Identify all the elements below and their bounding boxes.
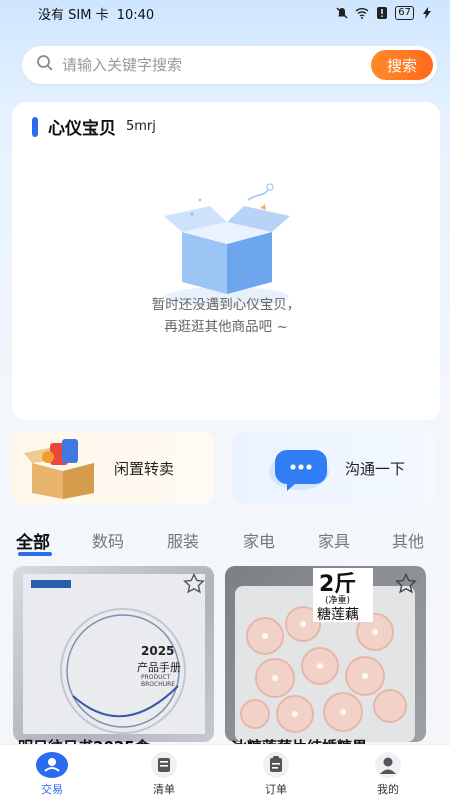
profile-icon <box>372 751 404 779</box>
empty-line-1: 暂时还没遇到心仪宝贝， <box>151 297 301 313</box>
sim-status: 没有 SIM 卡 <box>38 7 109 23</box>
tab-appliances[interactable]: 家电 <box>243 528 275 552</box>
clock: 10:40 <box>116 7 155 23</box>
status-left: 没有 SIM 卡 10:40 <box>38 4 154 23</box>
brochure-year: 2025 <box>141 644 175 658</box>
list-icon <box>148 751 180 779</box>
status-bar: 没有 SIM 卡 10:40 67 <box>0 0 450 26</box>
brochure-title: 产品手册 <box>137 661 181 674</box>
tab-furniture[interactable]: 家具 <box>318 528 350 552</box>
alert-icon <box>375 6 389 20</box>
mute-icon <box>335 6 349 20</box>
favorite-star-icon[interactable] <box>182 572 206 596</box>
search-input[interactable] <box>62 56 371 74</box>
tab-all[interactable]: 全部 <box>16 528 50 553</box>
label-name: 糖莲藕 <box>317 607 359 623</box>
chat-bubble-icon <box>269 450 329 491</box>
nav-orders[interactable]: 订单 <box>246 751 306 797</box>
wifi-icon <box>355 6 369 20</box>
resale-card[interactable]: 闲置转卖 <box>10 432 214 504</box>
title-accent-bar <box>32 116 38 137</box>
orders-icon <box>260 751 292 779</box>
product-card[interactable]: 2斤 (净重) 糖莲藕 <box>225 566 426 742</box>
nav-trade[interactable]: 交易 <box>22 751 82 797</box>
category-tabs: 全部 数码 服装 家电 家具 其他 <box>0 524 450 556</box>
tab-other[interactable]: 其他 <box>392 528 424 552</box>
nav-mine-label: 我的 <box>377 783 399 796</box>
empty-line-2: 再逛逛其他商品吧 ~ <box>164 319 288 335</box>
tab-clothing[interactable]: 服装 <box>167 528 199 552</box>
active-tab-indicator <box>18 552 52 556</box>
search-icon <box>36 54 54 76</box>
favorite-star-icon[interactable] <box>394 572 418 596</box>
empty-box-illustration <box>164 183 290 307</box>
status-icons: 67 <box>335 6 434 20</box>
trade-icon <box>36 751 68 779</box>
chat-label: 沟通一下 <box>345 459 406 478</box>
resale-label: 闲置转卖 <box>114 459 175 478</box>
nav-list[interactable]: 清单 <box>134 751 194 797</box>
search-bar: 搜索 <box>22 46 437 84</box>
nav-orders-label: 订单 <box>265 783 287 796</box>
box-icon <box>24 439 94 499</box>
product-card[interactable]: 2025 产品手册 PRODUCT BROCHURE <box>13 566 214 742</box>
search-button[interactable]: 搜索 <box>371 50 433 80</box>
favorites-code: 5mrj <box>126 119 156 134</box>
nav-mine[interactable]: 我的 <box>358 751 418 797</box>
favorites-title: 心仪宝贝 <box>48 119 116 139</box>
brochure-subtitle: PRODUCT BROCHURE <box>141 674 176 688</box>
favorites-card: 心仪宝贝 5mrj 暂时还没遇到心仪宝贝， 再逛逛其他商品吧 ~ <box>12 102 440 420</box>
tab-digital[interactable]: 数码 <box>92 528 124 552</box>
favorites-header: 心仪宝贝 5mrj <box>32 114 156 139</box>
nav-list-label: 清单 <box>153 783 175 796</box>
bottom-nav: 交易 清单 订单 我的 <box>0 744 450 800</box>
chat-card[interactable]: 沟通一下 <box>233 432 437 504</box>
battery-level: 67 <box>395 6 414 20</box>
empty-state-message: 暂时还没遇到心仪宝贝， 再逛逛其他商品吧 ~ <box>12 294 440 338</box>
nav-trade-label: 交易 <box>41 783 63 796</box>
charging-icon <box>420 6 434 20</box>
